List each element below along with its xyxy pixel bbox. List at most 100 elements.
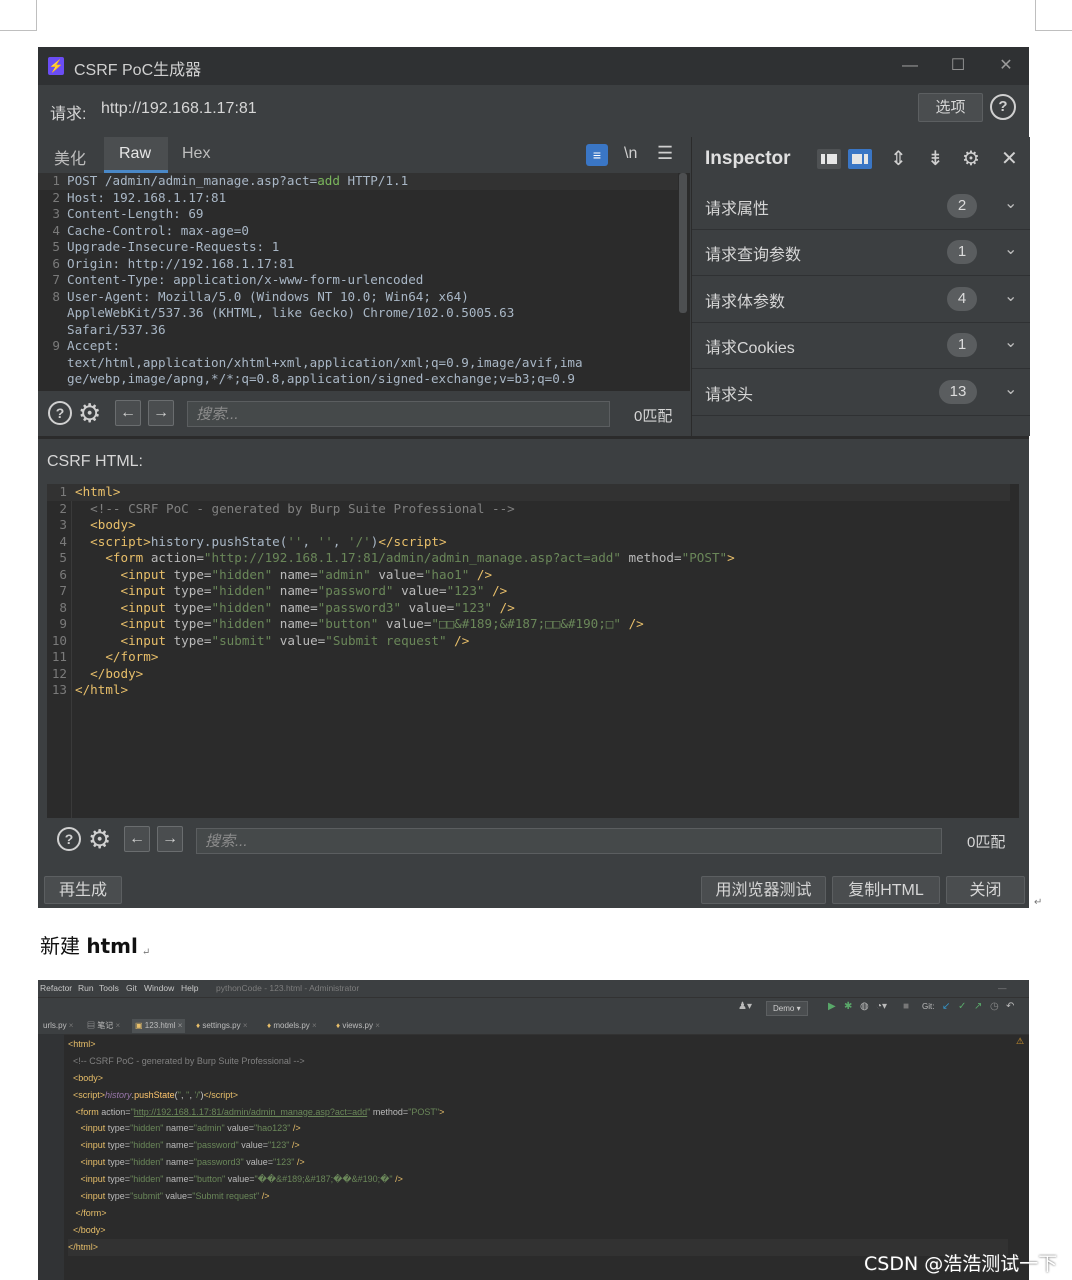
warning-icon[interactable]: ⚠ (1016, 1036, 1024, 1047)
request-line[interactable]: 7 Content-Type: application/x-www-form-ur… (38, 272, 678, 289)
git-rollback-icon[interactable]: ↶ (1006, 1001, 1014, 1012)
help-icon[interactable]: ? (57, 827, 81, 851)
menu-refactor[interactable]: Refactor (40, 983, 72, 993)
gear-icon[interactable]: ⚙ (88, 826, 111, 852)
inspector-section[interactable]: 请求属性 2 ⌄ (692, 183, 1030, 230)
request-line[interactable]: 5 Upgrade-Insecure-Requests: 1 (38, 239, 678, 256)
code-line[interactable]: 9 <input type="hidden" name="button" val… (47, 616, 1019, 633)
tab-123-html[interactable]: ▣ 123.html × (132, 1019, 186, 1033)
code-line[interactable]: 5 <form action="http://192.168.1.17:81/a… (47, 550, 1019, 567)
tab-hex[interactable]: Hex (182, 145, 210, 163)
inspector-section[interactable]: 请求体参数 4 ⌄ (692, 276, 1030, 323)
code-line[interactable]: 12 </body> (47, 666, 1019, 683)
request-line[interactable]: 2 Host: 192.168.1.17:81 (38, 190, 678, 207)
chevron-down-icon[interactable]: ⌄ (1004, 332, 1017, 352)
code-line[interactable]: 13 </html> (47, 682, 1019, 699)
editor-menu-icon[interactable]: ☰ (657, 143, 673, 164)
git-push-icon[interactable]: ↗ (974, 1001, 982, 1012)
chevron-down-icon[interactable]: ⌄ (1004, 286, 1017, 306)
tab-close-icon[interactable]: × (312, 1021, 317, 1030)
close-window-icon[interactable]: ✕ (992, 53, 1020, 79)
tab-close-icon[interactable]: × (115, 1021, 120, 1030)
next-match-button[interactable]: → (157, 826, 183, 852)
menu-help[interactable]: Help (181, 983, 198, 993)
gear-icon[interactable]: ⚙ (962, 146, 980, 171)
code-line[interactable]: 11 </form> (47, 649, 1019, 666)
maximize-icon[interactable]: ☐ (944, 53, 972, 79)
tab-close-icon[interactable]: × (375, 1021, 380, 1030)
tab-close-icon[interactable]: × (243, 1021, 248, 1030)
inspector-section[interactable]: 请求Cookies 1 ⌄ (692, 322, 1030, 370)
tab-urls-py[interactable]: urls.py × (40, 1019, 76, 1033)
test-in-browser-button[interactable]: 用浏览器测试 (701, 876, 826, 904)
request-line[interactable]: AppleWebKit/537.36 (KHTML, like Gecko) C… (38, 305, 678, 322)
tab-views-py[interactable]: ♦ views.py × (333, 1019, 383, 1033)
request-line[interactable]: 8 User-Agent: Mozilla/5.0 (Windows NT 10.… (38, 289, 678, 306)
csrf-scrollbar[interactable] (1010, 484, 1019, 818)
code-line[interactable]: 8 <input type="hidden" name="password3" … (47, 600, 1019, 617)
tab-notes[interactable]: ▤ 笔记 × (84, 1019, 123, 1033)
coverage-icon[interactable]: ◍ (860, 1001, 869, 1012)
tab-raw[interactable]: Raw (119, 145, 151, 163)
git-update-icon[interactable]: ↙ (942, 1001, 950, 1012)
csrf-html-code[interactable]: 1 <html> 2 <!-- CSRF PoC - generated by Bu… (47, 484, 1019, 818)
request-line[interactable]: text/html,application/xhtml+xml,applicat… (38, 355, 678, 372)
collapse-all-icon[interactable]: ⇟ (927, 146, 944, 171)
panel-divider[interactable] (38, 436, 1029, 439)
menu-window[interactable]: Window (144, 983, 174, 993)
menu-tools[interactable]: Tools (99, 983, 119, 993)
tab-settings-py[interactable]: ♦ settings.py × (193, 1019, 250, 1033)
minimize-icon[interactable]: — (896, 53, 924, 79)
help-icon[interactable]: ? (990, 94, 1016, 120)
code-line[interactable]: 7 <input type="hidden" name="password" v… (47, 583, 1019, 600)
request-search-input[interactable]: 搜索... (187, 401, 610, 427)
request-line[interactable]: 6 Origin: http://192.168.1.17:81 (38, 256, 678, 273)
chevron-down-icon[interactable]: ⌄ (1004, 193, 1017, 213)
previous-match-button[interactable]: ← (115, 400, 141, 426)
profile-icon[interactable]: ◔▾ (876, 1001, 887, 1012)
run-configuration-select[interactable]: Demo ▾ (766, 1001, 808, 1016)
code-line[interactable]: 6 <input type="hidden" name="admin" valu… (47, 567, 1019, 584)
regenerate-button[interactable]: 再生成 (44, 876, 122, 904)
request-line[interactable]: 9 Accept: (38, 338, 678, 355)
run-icon[interactable]: ▶ (828, 1001, 836, 1012)
git-commit-icon[interactable]: ✓ (958, 1001, 966, 1012)
layout-right-icon[interactable] (848, 149, 872, 169)
expand-all-icon[interactable]: ⇕ (890, 146, 907, 171)
request-scrollbar[interactable] (678, 173, 688, 391)
menu-git[interactable]: Git (126, 983, 137, 993)
code-line[interactable]: 10 <input type="submit" value="Submit re… (47, 633, 1019, 650)
previous-match-button[interactable]: ← (124, 826, 150, 852)
csrf-search-input[interactable]: 搜索... (196, 828, 942, 854)
layout-left-icon[interactable] (817, 149, 841, 169)
tab-close-icon[interactable]: × (69, 1021, 74, 1030)
scrollbar-thumb[interactable] (679, 173, 687, 313)
request-line[interactable]: 3 Content-Length: 69 (38, 206, 678, 223)
help-icon[interactable]: ? (48, 401, 72, 425)
code-line[interactable]: 2 <!-- CSRF PoC - generated by Burp Suit… (47, 501, 1019, 518)
git-history-icon[interactable]: ◷ (990, 1001, 999, 1012)
inspector-section[interactable]: 请求头 13 ⌄ (692, 369, 1030, 416)
word-wrap-icon[interactable]: ≡ (586, 144, 608, 166)
request-line[interactable]: ge/webp,image/apng,*/*;q=0.8,application… (38, 371, 678, 388)
code-line[interactable]: 3 <body> (47, 517, 1019, 534)
options-button[interactable]: 选项 (918, 93, 983, 122)
code-line[interactable]: 4 <script>history.pushState('', '', '/')… (47, 534, 1019, 551)
ide-code-editor[interactable]: <html> <!-- CSRF PoC - generated by Burp… (68, 1036, 1008, 1256)
request-line[interactable]: Safari/537.36 (38, 322, 678, 339)
menu-run[interactable]: Run (78, 983, 94, 993)
next-match-button[interactable]: → (148, 400, 174, 426)
request-line[interactable]: 4 Cache-Control: max-age=0 (38, 223, 678, 240)
request-code[interactable]: 1 POST /admin/admin_manage.asp?act=add HT… (38, 173, 678, 391)
stop-icon[interactable]: ■ (903, 1001, 909, 1012)
user-icon[interactable]: ♟▾ (738, 1001, 752, 1012)
show-newlines-toggle[interactable]: \n (624, 145, 637, 163)
close-button[interactable]: 关闭 (946, 876, 1025, 904)
code-line[interactable]: 1 <html> (47, 484, 1019, 501)
tab-models-py[interactable]: ♦ models.py × (264, 1019, 320, 1033)
minimize-icon[interactable]: — (998, 983, 1007, 993)
request-line[interactable]: 1 POST /admin/admin_manage.asp?act=add HT… (38, 173, 678, 190)
tab-pretty[interactable]: 美化 (54, 145, 86, 169)
gear-icon[interactable]: ⚙ (78, 400, 101, 426)
debug-icon[interactable]: ✱ (844, 1001, 852, 1012)
